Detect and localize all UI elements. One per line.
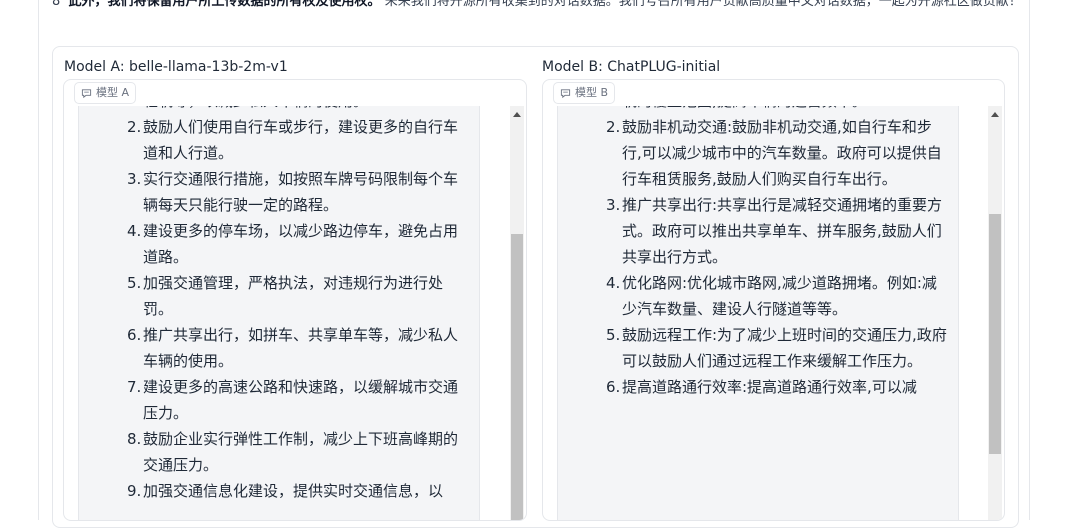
list-item-text: 加快建设城市公共交通系统，提高运营效率，解道路上的交通压力。例如:增加公交车、地… xyxy=(622,106,942,110)
list-item: 6. 提高道路通行效率:提高道路通行效率,可以减 xyxy=(558,374,958,400)
list-item: 3. 实行交通限行措施，如按照车牌号码限制每个车辆每天只能行驶一定的路程。 xyxy=(79,166,479,218)
model-b-title: Model B: ChatPLUG-initial xyxy=(542,59,721,75)
model-b-message: 加快建设城市公共交通系统，提高运营效率，解道路上的交通压力。例如:增加公交车、地… xyxy=(557,106,959,520)
list-item-number: 4. xyxy=(127,222,142,240)
list-item-text: 推广共享出行，如拼车、共享单车等，减少私人车辆的使用。 xyxy=(143,326,459,370)
list-item-text: 加强交通信息化建设，提供实时交通信息，以 xyxy=(143,482,444,500)
list-item-text: 推广共享出行:共享出行是减轻交通拥堵的重要方式。政府可以推出共享单车、拼车服务,… xyxy=(622,196,943,266)
list-item-number: 6. xyxy=(127,326,142,344)
model-a-chatbot: 模型 A 轻轨等，以减少私人车辆的使用。 2.鼓励人们使用自行车或步行，建设更多的… xyxy=(63,79,527,521)
list-item: 5. 加强交通管理，严格执法，对违规行为进行处罚。 xyxy=(79,270,479,322)
list-item: 9. 加强交通信息化建设，提供实时交通信息，以 xyxy=(79,478,479,504)
model-b-chip-label: 模型 B xyxy=(575,86,609,99)
list-item: 轻轨等，以减少私人车辆的使用。 xyxy=(79,106,479,114)
chat-bubble-icon xyxy=(81,88,92,98)
list-item: 8. 鼓励企业实行弹性工作制，减少上下班高峰期的交通压力。 xyxy=(79,426,479,478)
list-item-number: 6. xyxy=(606,378,621,396)
list-item-text: 建设更多的停车场，以减少路边停车，避免占用道路。 xyxy=(143,222,459,266)
list-item-text: 鼓励远程工作:为了减少上班时间的交通压力,政府可以鼓励人们通过远程工作来缓解工作… xyxy=(622,326,947,370)
model-a-list: 轻轨等，以减少私人车辆的使用。 2.鼓励人们使用自行车或步行，建设更多的自行车道和… xyxy=(79,106,479,504)
model-a-message: 轻轨等，以减少私人车辆的使用。 2.鼓励人们使用自行车或步行，建设更多的自行车道和… xyxy=(78,106,480,520)
model-a-scrollbar[interactable] xyxy=(510,106,524,520)
list-item-number: 3. xyxy=(606,196,621,214)
arrow-up-icon[interactable] xyxy=(991,112,999,117)
list-item: 3. 推广共享出行:共享出行是减轻交通拥堵的重要方式。政府可以推出共享单车、拼车服… xyxy=(558,192,958,270)
list-item-text: 加强交通管理，严格执法，对违规行为进行处罚。 xyxy=(143,274,444,318)
model-a-title: Model A: belle-llama-13b-2m-v1 xyxy=(64,59,288,75)
list-item-number: 8. xyxy=(127,430,142,448)
model-b-scroll-thumb[interactable] xyxy=(989,214,1001,454)
list-item-text: 鼓励非机动交通:鼓励非机动交通,如自行车和步行,可以减少城市中的汽车数量。政府可… xyxy=(622,118,942,188)
arrow-up-icon[interactable] xyxy=(513,112,521,117)
list-item-number: 5. xyxy=(127,274,142,292)
list-item: 4. 优化路网:优化城市路网,减少道路拥堵。例如:减少汽车数量、建设人行隧道等等。 xyxy=(558,270,958,322)
chat-bubble-icon xyxy=(560,88,571,98)
list-item-text: 提高道路通行效率:提高道路通行效率,可以减 xyxy=(622,378,917,396)
model-b-chatbot: 模型 B 加快建设城市公共交通系统，提高运营效率，解道路上的交通压力。例如:增加… xyxy=(542,79,1005,521)
list-item-number: 5. xyxy=(606,326,621,344)
list-item-text: 建设更多的高速公路和快速路，以缓解城市交通压力。 xyxy=(143,378,459,422)
list-item-number: 4. xyxy=(606,274,621,292)
list-item: 4. 建设更多的停车场，以减少路边停车，避免占用道路。 xyxy=(79,218,479,270)
list-item-number: 2. xyxy=(606,118,621,136)
list-item-number: 9. xyxy=(127,482,142,500)
list-item-text: 轻轨等，以减少私人车辆的使用。 xyxy=(143,106,368,110)
list-item-text: 鼓励人们使用自行车或步行，建设更多的自行车道和人行道。 xyxy=(143,118,459,162)
list-item-number: 3. xyxy=(127,170,142,188)
list-item: 7. 建设更多的高速公路和快速路，以缓解城市交通压力。 xyxy=(79,374,479,426)
list-item: 2. 鼓励人们使用自行车或步行，建设更多的自行车道和人行道。 xyxy=(79,114,479,166)
list-item-number: 2. xyxy=(127,118,142,136)
model-b-chip: 模型 B xyxy=(553,82,616,104)
model-b-scrollbar[interactable] xyxy=(988,106,1002,520)
list-item: 5. 鼓励远程工作:为了减少上班时间的交通压力,政府可以鼓励人们通过远程工作来缓解… xyxy=(558,322,958,374)
list-item-text: 实行交通限行措施，如按照车牌号码限制每个车辆每天只能行驶一定的路程。 xyxy=(143,170,459,214)
model-a-scroll-thumb[interactable] xyxy=(511,234,523,520)
list-item-text: 优化路网:优化城市路网,减少道路拥堵。例如:减少汽车数量、建设人行隧道等等。 xyxy=(622,274,937,318)
list-item: 2. 鼓励非机动交通:鼓励非机动交通,如自行车和步行,可以减少城市中的汽车数量。政… xyxy=(558,114,958,192)
list-item: 加快建设城市公共交通系统，提高运营效率，解道路上的交通压力。例如:增加公交车、地… xyxy=(558,106,958,114)
list-item-number: 7. xyxy=(127,378,142,396)
model-a-chip: 模型 A xyxy=(74,82,137,104)
list-item: 6. 推广共享出行，如拼车、共享单车等，减少私人车辆的使用。 xyxy=(79,322,479,374)
model-b-list: 加快建设城市公共交通系统，提高运营效率，解道路上的交通压力。例如:增加公交车、地… xyxy=(558,106,958,400)
model-a-chip-label: 模型 A xyxy=(96,86,130,99)
list-item-text: 鼓励企业实行弹性工作制，减少上下班高峰期的交通压力。 xyxy=(143,430,459,474)
